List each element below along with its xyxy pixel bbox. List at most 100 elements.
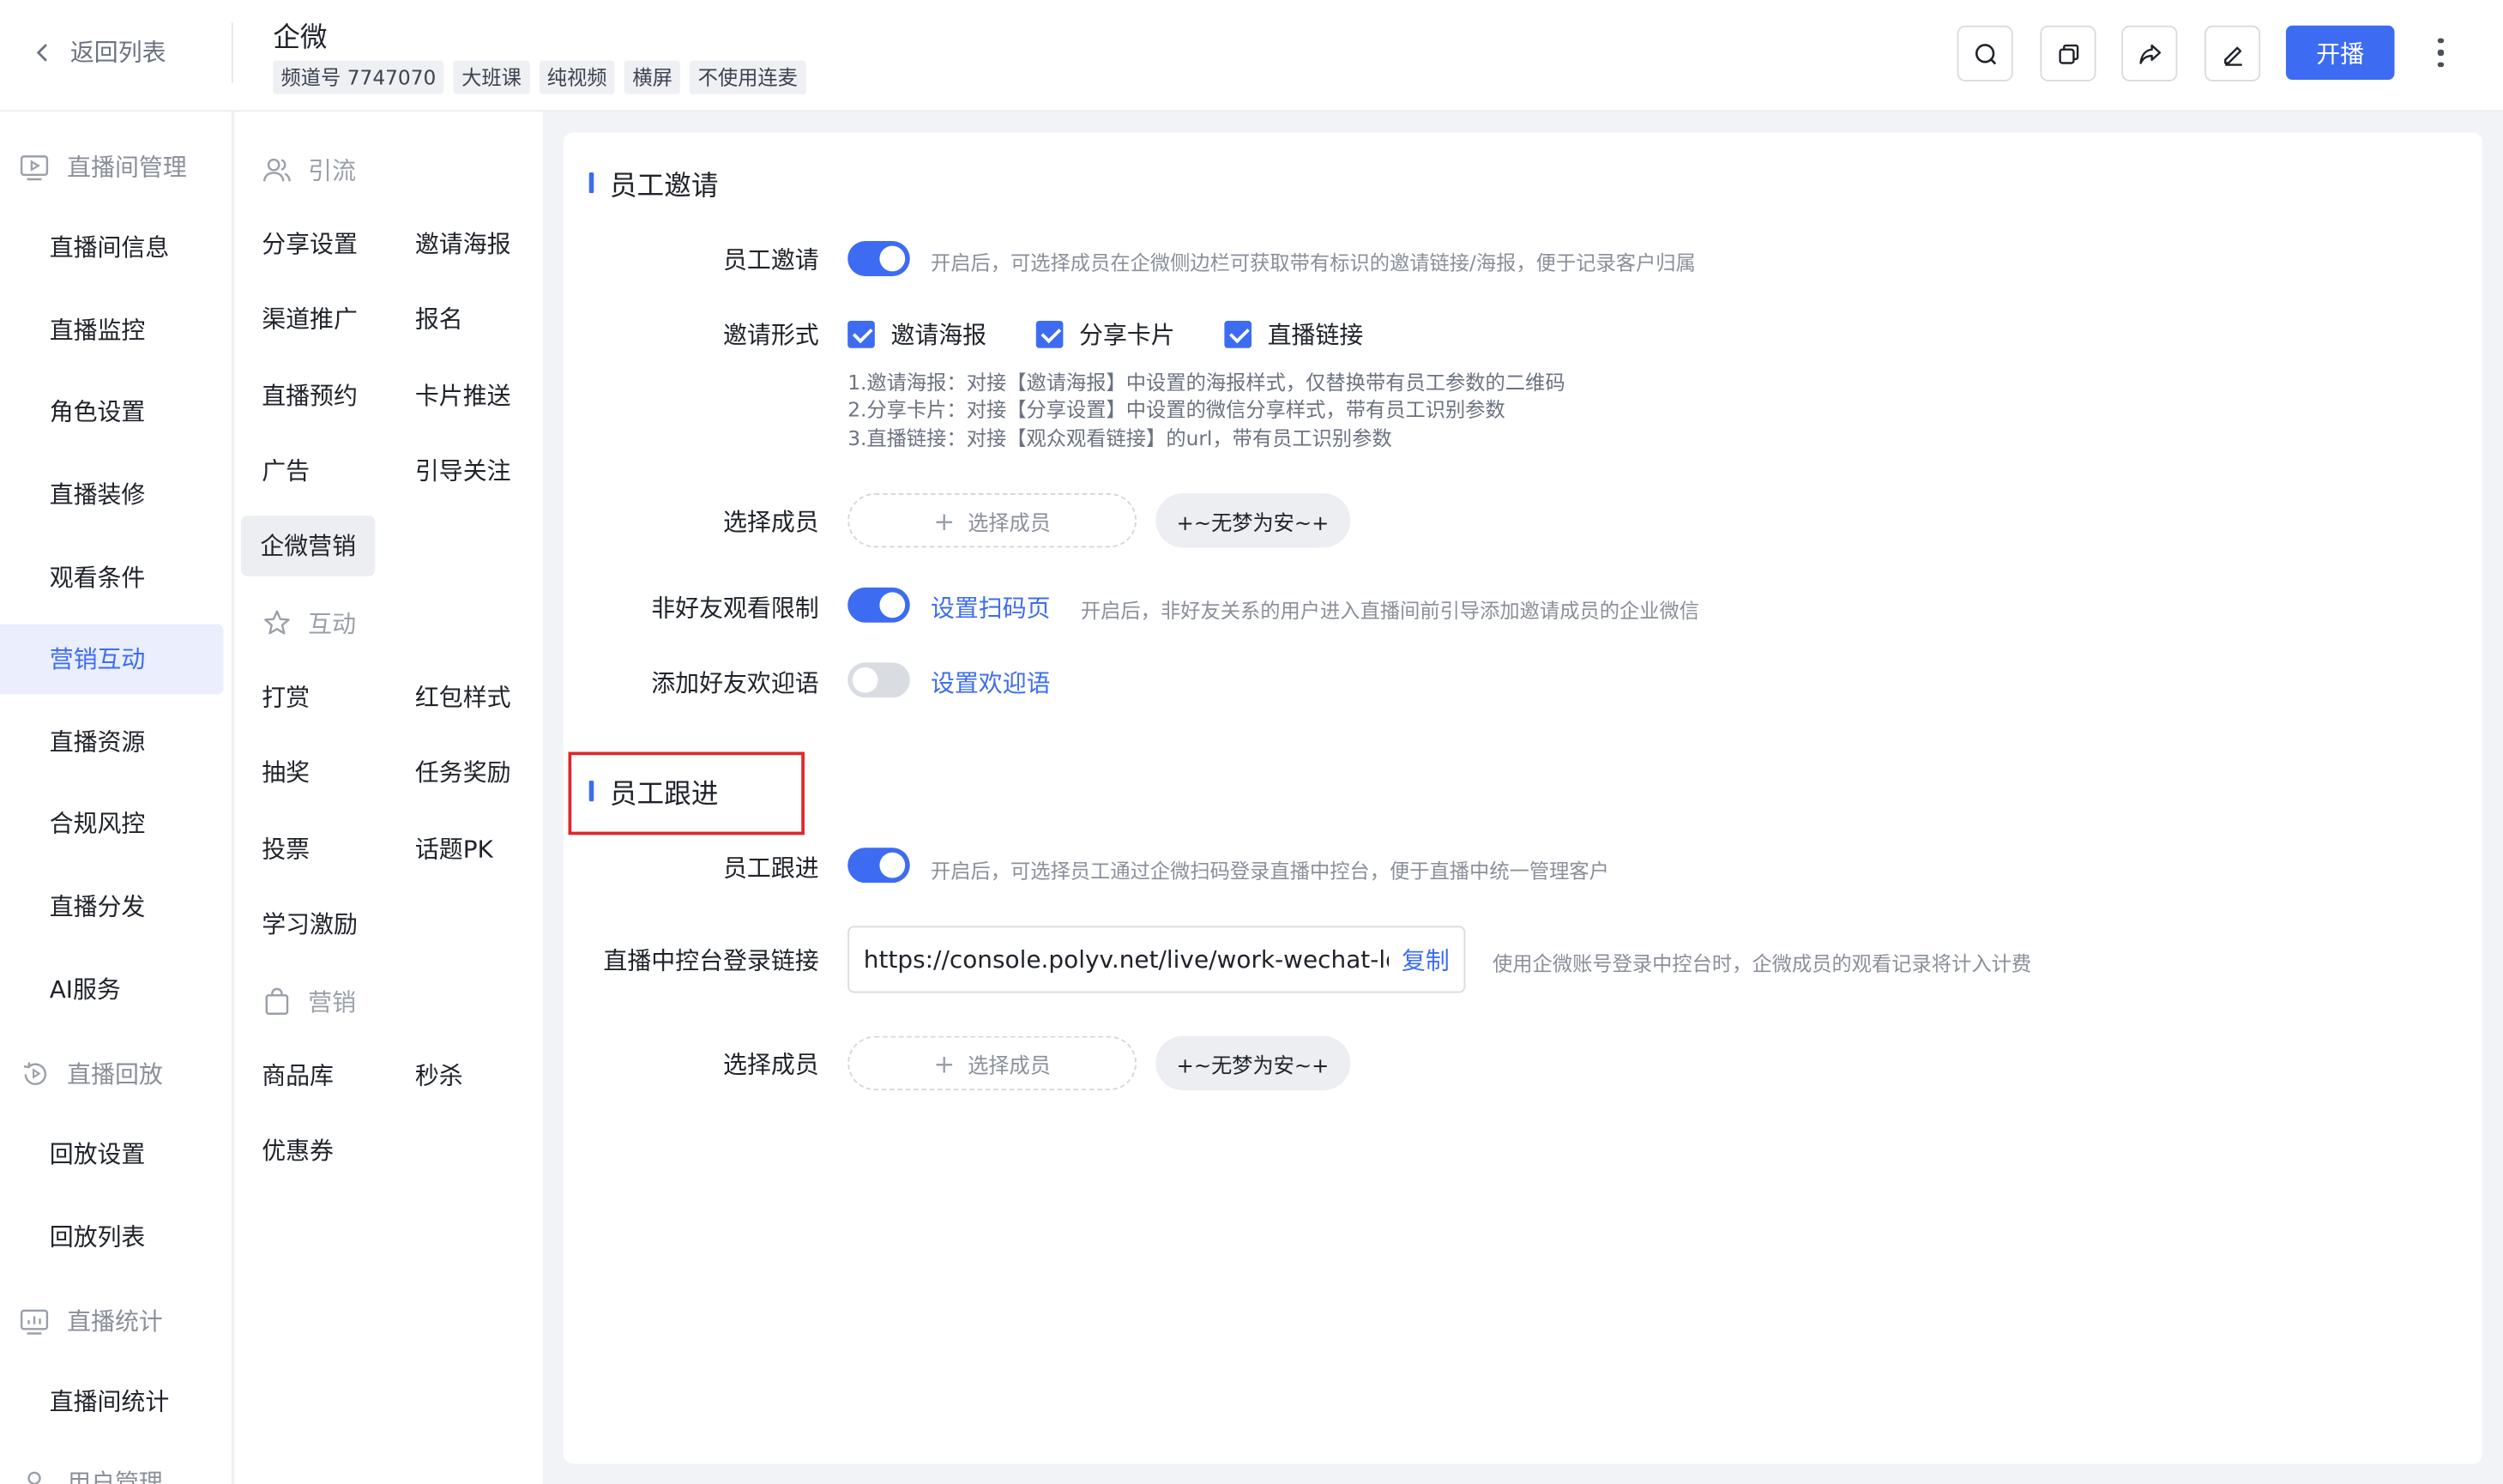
subnav-item-product-library[interactable]: 商品库	[262, 1046, 334, 1107]
follow-member-chip[interactable]: +~无梦为安~+	[1155, 1035, 1350, 1091]
subnav-item-lottery[interactable]: 抽奖	[262, 742, 310, 803]
copy-button[interactable]	[2040, 25, 2096, 81]
subnav-item-redpacket-style[interactable]: 红包样式	[415, 667, 511, 728]
search-button[interactable]	[1957, 25, 2013, 81]
checkbox-live-link[interactable]: 直播链接	[1224, 317, 1363, 351]
nonfriend-limit-toggle[interactable]	[847, 587, 910, 623]
subnav-item-tipping[interactable]: 打赏	[262, 667, 310, 728]
subnav-item-topic-pk[interactable]: 话题PK	[415, 819, 493, 880]
app-window: 返回列表 企微 频道号 7747070 大班课 纯视频 横屏 不使用连麦 开播	[0, 0, 2503, 1484]
share-button[interactable]	[2121, 25, 2178, 81]
edit-button[interactable]	[2204, 25, 2261, 81]
welcome-msg-label: 添加好友欢迎语	[651, 668, 819, 698]
more-button[interactable]	[2429, 32, 2452, 73]
invite-member-chip[interactable]: +~无梦为安~+	[1155, 493, 1350, 548]
invite-form-label: 邀请形式	[723, 321, 819, 350]
channel-id-tag: 频道号 7747070	[273, 60, 444, 94]
checkbox-checked-icon	[847, 321, 875, 348]
follow-select-member-button[interactable]: + 选择成员	[847, 1035, 1137, 1091]
subnav-item-share-settings[interactable]: 分享设置	[262, 214, 358, 274]
nonfriend-limit-hint: 开启后，非好友关系的用户进入直播间前引导添加邀请成员的企业微信	[1080, 598, 1700, 623]
nav-item-decoration[interactable]: 直播装修	[0, 460, 224, 530]
checkbox-label: 分享卡片	[1079, 321, 1175, 350]
section-title-invite: 员工邀请	[588, 163, 718, 202]
checkbox-checked-icon	[1035, 321, 1064, 348]
checkbox-share-card[interactable]: 分享卡片	[1035, 317, 1175, 351]
nav-item-ai-service[interactable]: AI服务	[0, 955, 224, 1025]
orientation-tag: 横屏	[624, 60, 681, 94]
nav-item-compliance[interactable]: 合规风控	[0, 788, 224, 859]
subnav-item-guide-follow[interactable]: 引导关注	[415, 441, 511, 502]
set-welcome-msg-link[interactable]: 设置欢迎语	[931, 666, 1051, 699]
nav-item-distribution[interactable]: 直播分发	[0, 872, 224, 942]
nav-group-live-room[interactable]: 直播间管理	[19, 150, 187, 184]
nav-group-label: 直播统计	[67, 1307, 163, 1336]
copy-url-button[interactable]: 复制	[1402, 943, 1450, 976]
nav-group-label: 直播间管理	[67, 153, 187, 183]
start-live-button[interactable]: 开播	[2285, 25, 2395, 81]
back-to-list-button[interactable]: 返回列表	[32, 35, 166, 69]
subnav-item-coupon[interactable]: 优惠券	[262, 1120, 334, 1181]
users-icon	[262, 158, 291, 182]
section-marker	[588, 781, 594, 802]
nav-group-stats[interactable]: 直播统计	[19, 1304, 163, 1337]
set-scan-page-link[interactable]: 设置扫码页	[931, 591, 1051, 624]
plus-icon: +	[933, 1047, 956, 1079]
nav-item-marketing-interaction[interactable]: 营销互动	[0, 624, 224, 695]
subnav-item-reservation[interactable]: 直播预约	[262, 365, 358, 426]
subnav-item-flash-sale[interactable]: 秒杀	[415, 1046, 463, 1107]
subnav-group-label: 互动	[308, 609, 357, 639]
invite-select-member-button[interactable]: + 选择成员	[847, 493, 1137, 548]
console-url-value: https://console.polyv.net/live/work-wech…	[863, 944, 1389, 974]
nav-item-room-info[interactable]: 直播间信息	[0, 213, 224, 283]
checkbox-label: 直播链接	[1267, 321, 1364, 350]
section-title-follow: 员工跟进	[588, 771, 719, 811]
console-url-label: 直播中控台登录链接	[603, 946, 819, 976]
section-title-text: 员工跟进	[609, 779, 719, 811]
subnav-item-learning-incentive[interactable]: 学习激励	[262, 894, 358, 955]
subnav-item-card-push[interactable]: 卡片推送	[415, 365, 511, 426]
select-member-text: 选择成员	[968, 511, 1051, 536]
subnav-item-wecom-marketing[interactable]: 企微营销	[241, 516, 376, 576]
plus-icon: +	[933, 505, 956, 536]
subnav-group-sales: 营销	[262, 985, 356, 1018]
subnav-item-task-reward[interactable]: 任务奖励	[415, 742, 511, 803]
nav-item-replay-list[interactable]: 回放列表	[0, 1202, 224, 1272]
chevron-left-icon	[36, 43, 47, 61]
checkbox-invite-poster[interactable]: 邀请海报	[847, 317, 986, 351]
nav-item-resources[interactable]: 直播资源	[0, 707, 224, 777]
invite-toggle[interactable]	[847, 241, 910, 276]
star-icon	[264, 610, 290, 635]
nav-item-room-stats[interactable]: 直播间统计	[0, 1366, 224, 1437]
subnav-item-vote[interactable]: 投票	[262, 819, 310, 880]
more-icon	[2438, 38, 2444, 44]
note-line: 3.直播链接：对接【观众观看链接】的url，带有员工识别参数	[847, 425, 1392, 450]
subnav-item-ads[interactable]: 广告	[262, 441, 310, 502]
nav-item-monitor[interactable]: 直播监控	[0, 295, 224, 365]
subnav-item-signup[interactable]: 报名	[415, 289, 463, 350]
scene-tag: 大班课	[453, 60, 530, 94]
nav-group-users[interactable]: 用户管理	[19, 1465, 163, 1484]
follow-toggle[interactable]	[847, 848, 910, 884]
subnav-item-invite-poster[interactable]: 邀请海报	[415, 214, 511, 274]
bag-icon	[265, 987, 289, 1015]
nav-group-replay[interactable]: 直播回放	[19, 1057, 163, 1090]
subnav-item-channel-promo[interactable]: 渠道推广	[262, 289, 358, 350]
console-url-hint: 使用企微账号登录中控台时，企微成员的观看记录将计入计费	[1493, 951, 2032, 976]
nav-item-roles[interactable]: 角色设置	[0, 377, 224, 447]
top-header: 返回列表 企微 频道号 7747070 大班课 纯视频 横屏 不使用连麦 开播	[0, 0, 2503, 112]
nonfriend-limit-label: 非好友观看限制	[651, 594, 819, 623]
live-room-icon	[20, 154, 49, 180]
console-url-field[interactable]: https://console.polyv.net/live/work-wech…	[847, 926, 1466, 993]
secondary-sidebar: 引流 分享设置 邀请海报 渠道推广 报名 直播预约 卡片推送 广告 引导关注 企…	[234, 112, 543, 1484]
page-title: 企微	[273, 22, 328, 55]
subnav-group-label: 引流	[308, 156, 357, 185]
note-line: 1.邀请海报：对接【邀请海报】中设置的海报样式，仅替换带有员工参数的二维码	[847, 370, 1565, 395]
follow-toggle-label: 员工跟进	[723, 854, 819, 884]
edit-icon	[2223, 45, 2241, 65]
nav-group-label: 直播回放	[67, 1059, 163, 1089]
welcome-msg-toggle[interactable]	[847, 662, 910, 698]
nav-item-replay-settings[interactable]: 回放设置	[0, 1119, 224, 1190]
nav-item-watch-conditions[interactable]: 观看条件	[0, 543, 224, 613]
primary-sidebar: 直播间管理 直播间信息 直播监控 角色设置 直播装修 观看条件 营销互动 直播资…	[0, 112, 233, 1484]
